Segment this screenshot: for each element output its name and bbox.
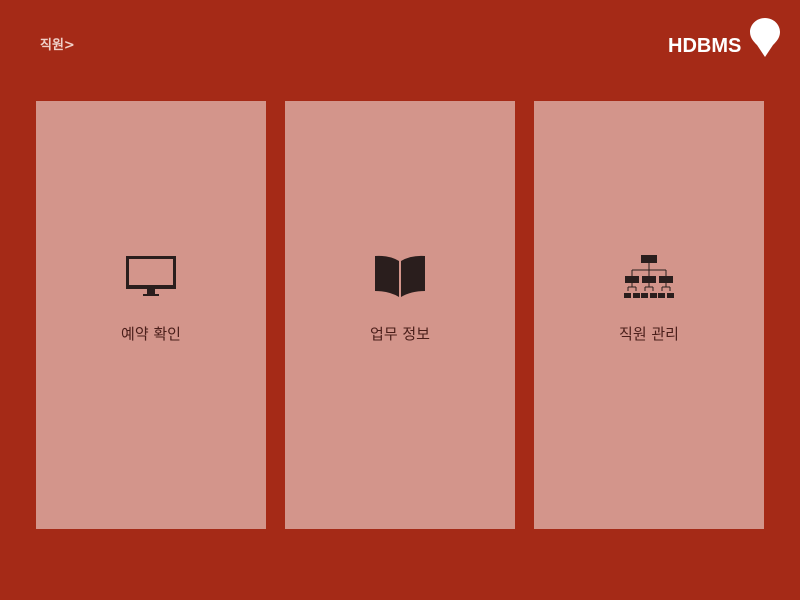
org-chart-icon [624, 255, 674, 298]
work-info-card[interactable]: 업무 정보 [285, 101, 515, 529]
map-pin-icon [750, 18, 780, 57]
app-logo: HDBMS [668, 35, 742, 57]
staff-management-card[interactable]: 직원 관리 [534, 101, 764, 529]
monitor-icon [126, 256, 176, 296]
card-label: 예약 확인 [121, 325, 181, 343]
breadcrumb[interactable]: 직원> [40, 34, 75, 53]
book-icon [375, 255, 425, 297]
card-label: 직원 관리 [619, 325, 679, 343]
card-label: 업무 정보 [370, 325, 430, 343]
reservation-check-card[interactable]: 예약 확인 [36, 101, 266, 529]
